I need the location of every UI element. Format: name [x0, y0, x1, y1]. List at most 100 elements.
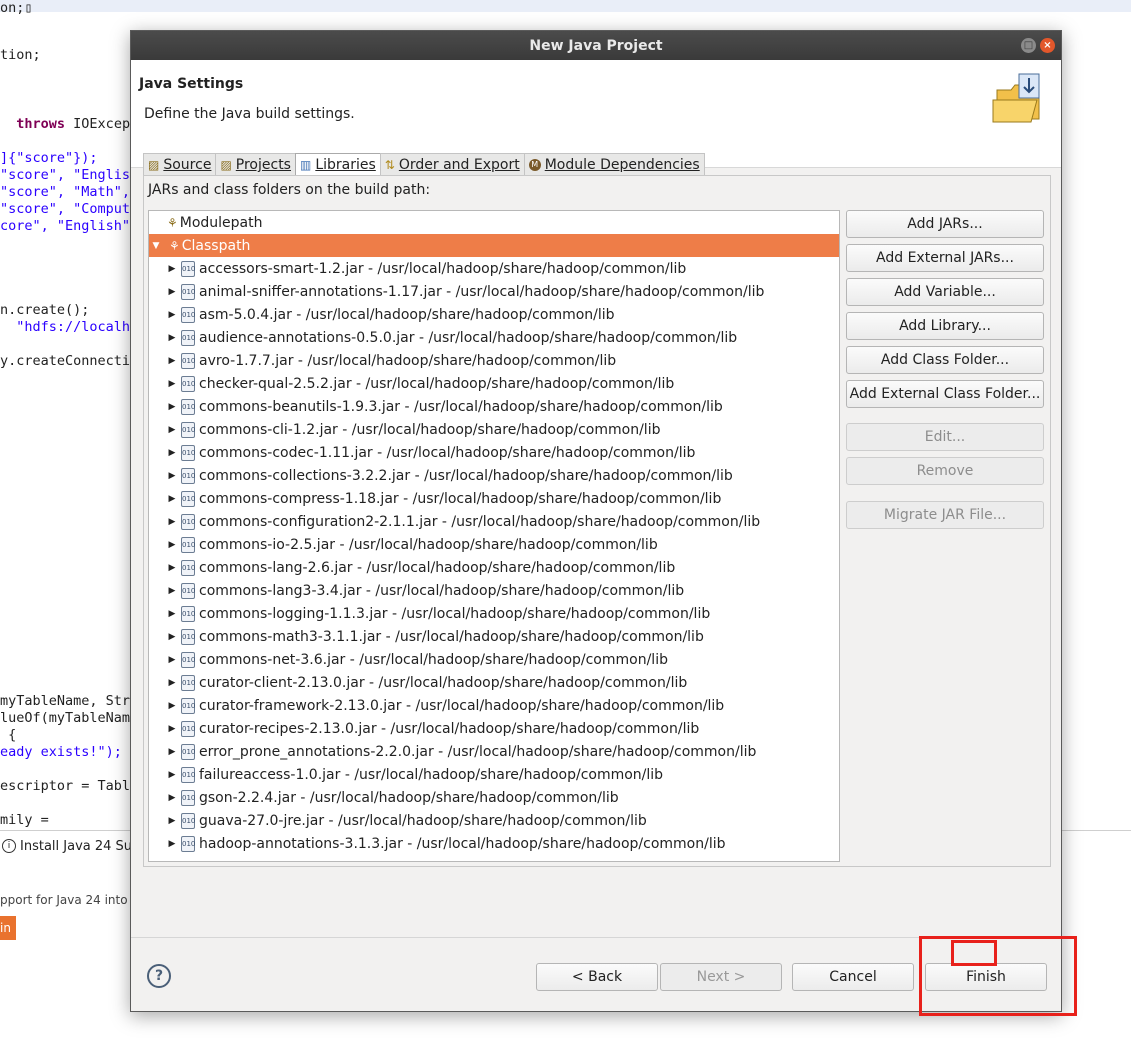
jar-icon: 010: [181, 605, 195, 622]
remove-button[interactable]: Remove: [846, 457, 1044, 485]
expand-arrow-icon[interactable]: ▶: [167, 763, 177, 786]
code-line: escriptor = Table: [0, 778, 139, 794]
jar-entry[interactable]: ▶ 010 checker-qual-2.5.2.jar - /usr/local/…: [149, 372, 839, 395]
jar-entry[interactable]: ▶ 010 commons-net-3.6.jar - /usr/local/had…: [149, 648, 839, 671]
expand-arrow-icon[interactable]: ▶: [167, 349, 177, 372]
jar-entry[interactable]: ▶ 010 commons-compress-1.18.jar - /usr/loc…: [149, 487, 839, 510]
tab-order-and-export[interactable]: ⇅ Order and Export: [379, 153, 525, 176]
jar-entry[interactable]: ▶ 010 commons-collections-3.2.2.jar - /usr…: [149, 464, 839, 487]
jar-entry[interactable]: ▶ 010 failureaccess-1.0.jar - /usr/local/h…: [149, 763, 839, 786]
code-line: tion;: [0, 47, 41, 63]
jar-entry[interactable]: ▶ 010 curator-framework-2.13.0.jar - /usr/…: [149, 694, 839, 717]
code-line: core", "English"): [0, 218, 139, 234]
jar-icon: 010: [181, 375, 195, 392]
add-external-class-folder-button[interactable]: Add External Class Folder...: [846, 380, 1044, 408]
bottom-view-tab[interactable]: i Install Java 24 Su: [0, 835, 140, 857]
jar-entry[interactable]: ▶ 010 avro-1.7.7.jar - /usr/local/hadoop/s…: [149, 349, 839, 372]
expand-arrow-icon[interactable]: ▶: [167, 832, 177, 855]
maximize-icon[interactable]: □: [1021, 38, 1036, 53]
expand-arrow-icon[interactable]: ▶: [167, 694, 177, 717]
add-library-button[interactable]: Add Library...: [846, 312, 1044, 340]
expand-arrow-icon[interactable]: ▶: [167, 740, 177, 763]
jar-entry-label: commons-cli-1.2.jar - /usr/local/hadoop/…: [199, 421, 661, 438]
expand-arrow-icon[interactable]: ▶: [167, 809, 177, 832]
expand-arrow-icon[interactable]: ▶: [167, 533, 177, 556]
jar-entry[interactable]: ▶ 010 error_prone_annotations-2.2.0.jar - …: [149, 740, 839, 763]
build-path-tree[interactable]: ⚘ Modulepath ▼ ⚘ Classpath ▶ 010 accessors…: [148, 210, 840, 862]
jar-entry[interactable]: ▶ 010 commons-logging-1.1.3.jar - /usr/loc…: [149, 602, 839, 625]
jar-entry[interactable]: ▶ 010 commons-lang-2.6.jar - /usr/local/ha…: [149, 556, 839, 579]
jar-entry-label: curator-client-2.13.0.jar - /usr/local/h…: [199, 674, 688, 691]
jar-entry[interactable]: ▶ 010 commons-configuration2-2.1.1.jar - /…: [149, 510, 839, 533]
migrate-jar-file-button[interactable]: Migrate JAR File...: [846, 501, 1044, 529]
jar-icon: 010: [181, 306, 195, 323]
tab-libraries[interactable]: ▥ Libraries: [294, 153, 381, 176]
cancel-button[interactable]: Cancel: [792, 963, 914, 991]
add-variable-button[interactable]: Add Variable...: [846, 278, 1044, 306]
expand-arrow-icon[interactable]: ▶: [167, 625, 177, 648]
add-class-folder-button[interactable]: Add Class Folder...: [846, 346, 1044, 374]
tab-source-label: Source: [163, 157, 212, 173]
expand-arrow-icon[interactable]: ▶: [167, 510, 177, 533]
edit-button[interactable]: Edit...: [846, 423, 1044, 451]
collapse-arrow-icon[interactable]: ▼: [151, 234, 161, 257]
expand-arrow-icon[interactable]: ▶: [167, 441, 177, 464]
jar-entry-label: commons-configuration2-2.1.1.jar - /usr/…: [199, 513, 761, 530]
dialog-title: New Java Project: [529, 37, 663, 54]
back-button[interactable]: < Back: [536, 963, 658, 991]
expand-arrow-icon[interactable]: ▶: [167, 602, 177, 625]
expand-arrow-icon[interactable]: ▶: [167, 717, 177, 740]
expand-arrow-icon[interactable]: ▶: [167, 786, 177, 809]
jar-entry[interactable]: ▶ 010 commons-lang3-3.4.jar - /usr/local/h…: [149, 579, 839, 602]
add-jars-button[interactable]: Add JARs...: [846, 210, 1044, 238]
next-button[interactable]: Next >: [660, 963, 782, 991]
tab-source[interactable]: ▨ Source: [143, 153, 217, 176]
jar-entry-label: commons-compress-1.18.jar - /usr/local/h…: [199, 490, 722, 507]
expand-arrow-icon[interactable]: ▶: [167, 257, 177, 280]
expand-arrow-icon[interactable]: ▶: [167, 280, 177, 303]
tab-projects[interactable]: ▨ Projects: [215, 153, 296, 176]
module-icon: M: [528, 159, 541, 171]
tree-item-modulepath[interactable]: ⚘ Modulepath: [149, 211, 839, 234]
jar-entry[interactable]: ▶ 010 commons-beanutils-1.9.3.jar - /usr/l…: [149, 395, 839, 418]
close-icon[interactable]: ×: [1040, 38, 1055, 53]
jar-entry[interactable]: ▶ 010 gson-2.2.4.jar - /usr/local/hadoop/s…: [149, 786, 839, 809]
jar-icon: 010: [181, 283, 195, 300]
jar-entry[interactable]: ▶ 010 curator-client-2.13.0.jar - /usr/loc…: [149, 671, 839, 694]
expand-arrow-icon[interactable]: ▶: [167, 579, 177, 602]
jar-entry[interactable]: ▶ 010 accessors-smart-1.2.jar - /usr/local…: [149, 257, 839, 280]
help-icon[interactable]: ?: [147, 964, 171, 988]
jar-entry[interactable]: ▶ 010 commons-cli-1.2.jar - /usr/local/had…: [149, 418, 839, 441]
jar-entry[interactable]: ▶ 010 commons-math3-3.1.1.jar - /usr/local…: [149, 625, 839, 648]
code-keyword: throws: [16, 116, 66, 132]
jar-entry[interactable]: ▶ 010 commons-codec-1.11.jar - /usr/local/…: [149, 441, 839, 464]
classpath-icon: ⚘: [169, 238, 180, 253]
expand-arrow-icon[interactable]: ▶: [167, 326, 177, 349]
jar-entry[interactable]: ▶ 010 animal-sniffer-annotations-1.17.jar …: [149, 280, 839, 303]
jar-entry[interactable]: ▶ 010 asm-5.0.4.jar - /usr/local/hadoop/sh…: [149, 303, 839, 326]
expand-arrow-icon[interactable]: ▶: [167, 556, 177, 579]
jar-icon: 010: [181, 536, 195, 553]
dialog-titlebar[interactable]: New Java Project □ ×: [131, 31, 1061, 60]
expand-arrow-icon[interactable]: ▶: [167, 464, 177, 487]
bottom-panel-button[interactable]: in: [0, 916, 16, 940]
jar-entry[interactable]: ▶ 010 curator-recipes-2.13.0.jar - /usr/lo…: [149, 717, 839, 740]
expand-arrow-icon[interactable]: ▶: [167, 395, 177, 418]
expand-arrow-icon[interactable]: ▶: [167, 418, 177, 441]
expand-arrow-icon[interactable]: ▶: [167, 671, 177, 694]
jar-entry-label: checker-qual-2.5.2.jar - /usr/local/hado…: [199, 375, 675, 392]
add-external-jars-button[interactable]: Add External JARs...: [846, 244, 1044, 272]
jar-entry[interactable]: ▶ 010 hadoop-annotations-3.1.3.jar - /usr/…: [149, 832, 839, 855]
tab-module-dependencies[interactable]: M Module Dependencies: [523, 153, 705, 176]
jar-entry-label: commons-codec-1.11.jar - /usr/local/hado…: [199, 444, 696, 461]
tree-item-classpath[interactable]: ▼ ⚘ Classpath: [149, 234, 839, 257]
projects-icon: ▨: [220, 158, 232, 172]
code-line: "score", "Englis: [0, 167, 131, 183]
expand-arrow-icon[interactable]: ▶: [167, 648, 177, 671]
jar-entry[interactable]: ▶ 010 audience-annotations-0.5.0.jar - /us…: [149, 326, 839, 349]
expand-arrow-icon[interactable]: ▶: [167, 303, 177, 326]
jar-entry[interactable]: ▶ 010 guava-27.0-jre.jar - /usr/local/hado…: [149, 809, 839, 832]
expand-arrow-icon[interactable]: ▶: [167, 372, 177, 395]
jar-entry[interactable]: ▶ 010 commons-io-2.5.jar - /usr/local/hado…: [149, 533, 839, 556]
expand-arrow-icon[interactable]: ▶: [167, 487, 177, 510]
